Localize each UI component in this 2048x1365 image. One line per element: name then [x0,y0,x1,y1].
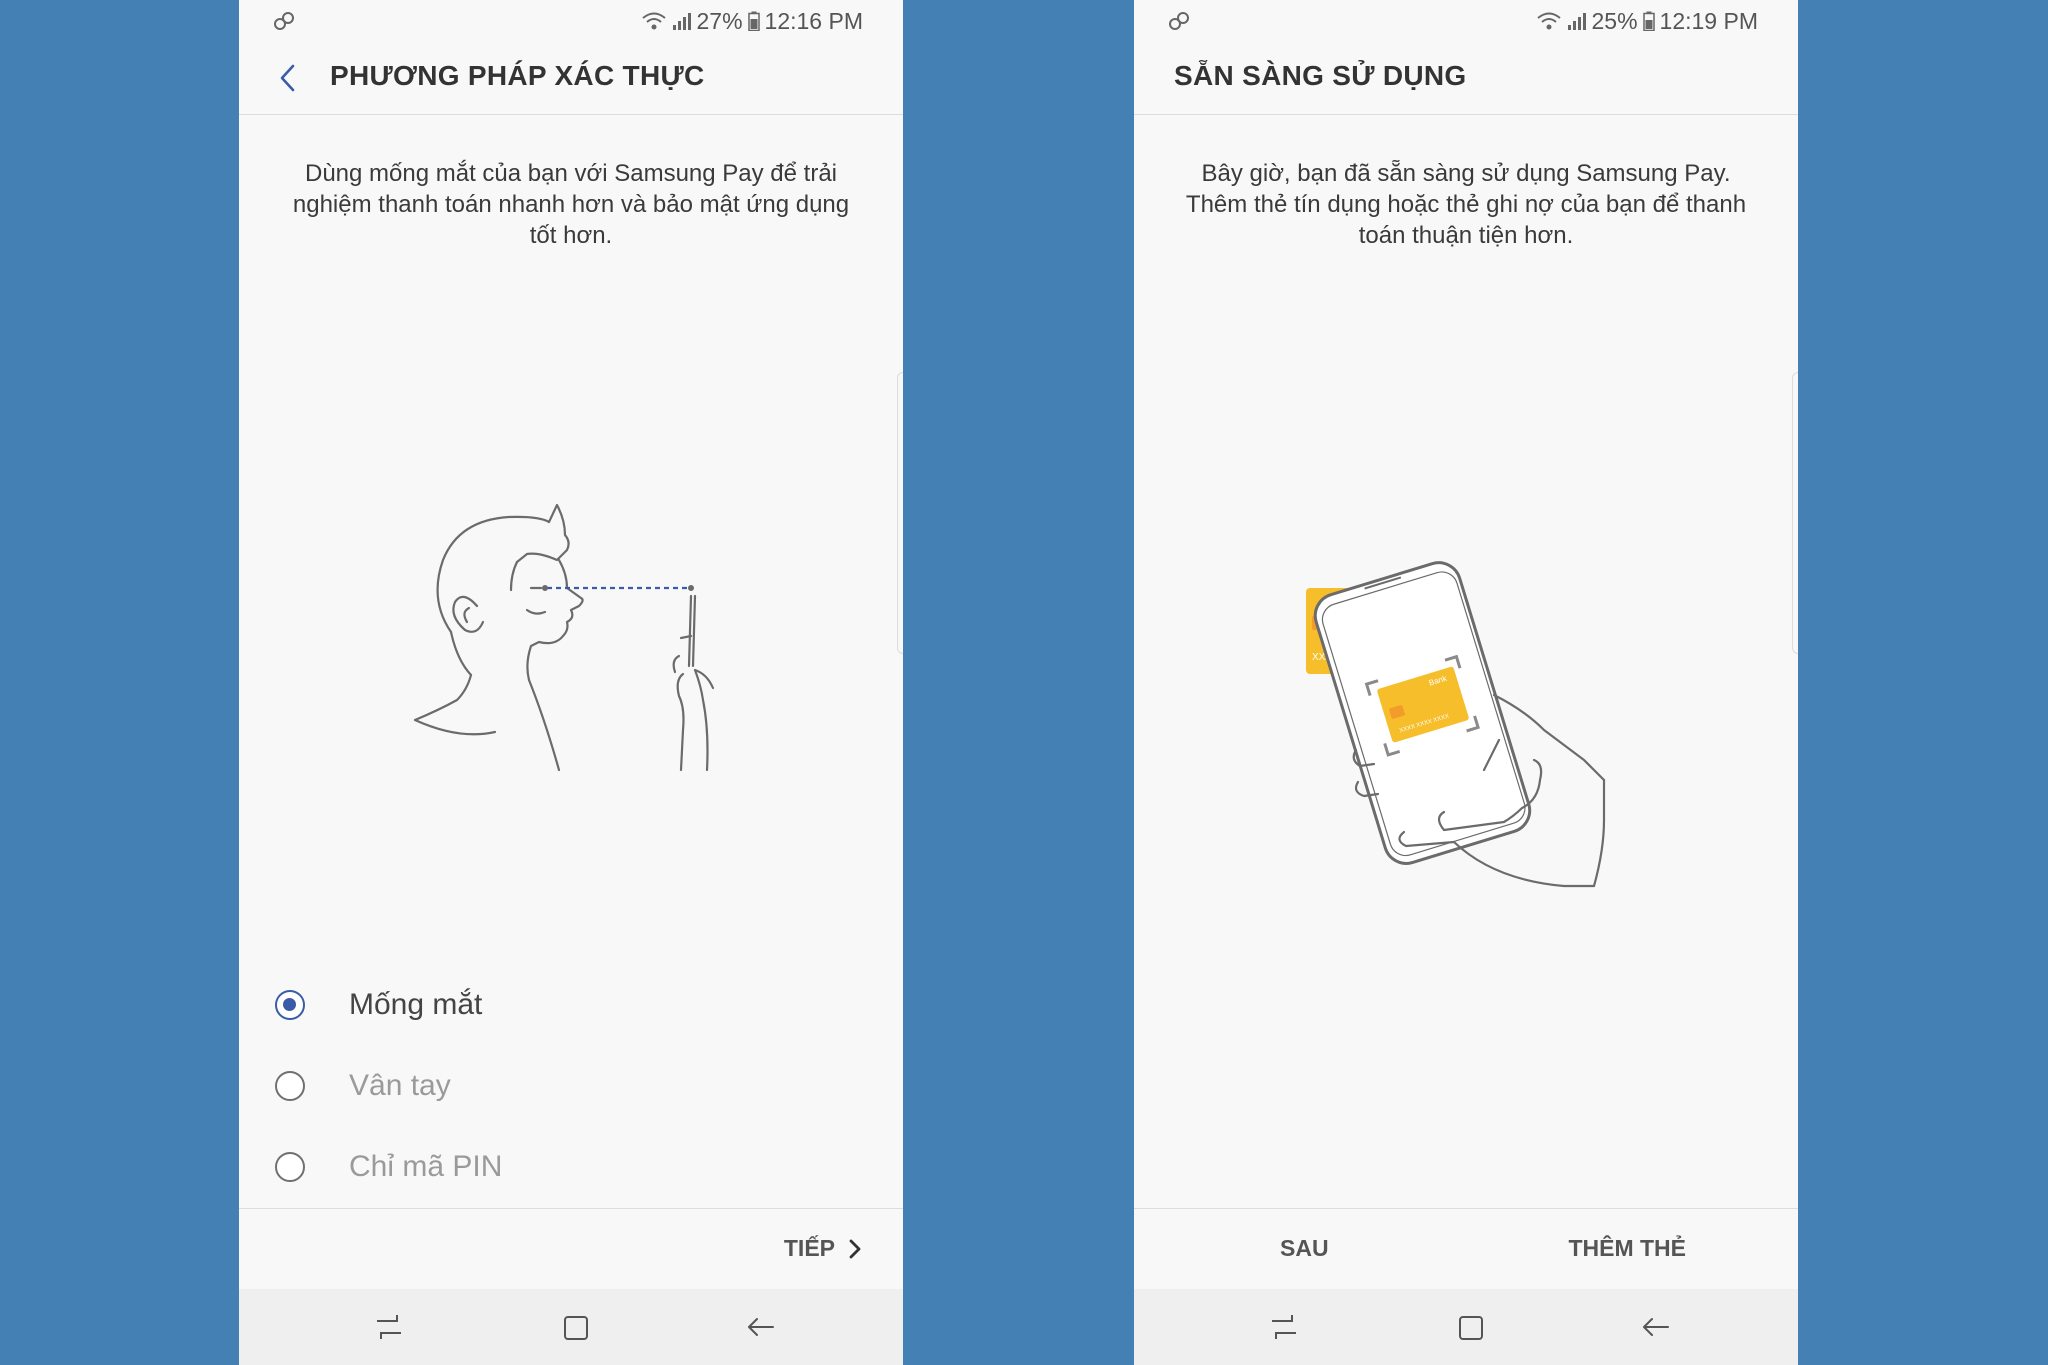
iris-scan-illustration [413,503,715,772]
option-fingerprint[interactable]: Vân tay [275,1051,875,1132]
next-button[interactable]: TIẾP [784,1235,863,1262]
later-button[interactable]: SAU [1280,1235,1329,1262]
title-bar: SẴN SÀNG SỬ DỤNG [1134,42,1798,115]
description-text: Bây giờ, bạn đã sẵn sàng sử dụng Samsung… [1185,160,1747,249]
recent-apps-icon[interactable] [371,1309,407,1345]
card-scan-illustration: XXXX Bank XXXX XXXX XXXX [1306,561,1606,888]
option-pin-only[interactable]: Chỉ mã PIN [275,1132,875,1213]
add-card-button[interactable]: THÊM THẺ [1568,1235,1686,1262]
footer-bar: TIẾP [239,1208,903,1290]
footer-bar: SAU THÊM THẺ [1134,1208,1798,1290]
description-text: Dùng mống mắt của bạn với Samsung Pay để… [292,160,850,249]
page-title: SẴN SÀNG SỬ DỤNG [1174,60,1467,91]
edge-panel-handle[interactable] [1792,372,1798,654]
option-iris[interactable]: Mống mắt [275,970,875,1051]
battery-percentage: 25% [1591,7,1638,34]
status-bar: 25% 12:19 PM [1134,0,1798,42]
option-label: Chỉ mã PIN [349,1150,503,1183]
status-indicators: 25% 12:19 PM [1536,7,1758,35]
edge-panel-handle[interactable] [897,372,903,654]
title-bar: PHƯƠNG PHÁP XÁC THỰC [239,42,903,115]
wifi-icon [1536,12,1561,30]
back-icon[interactable] [1638,1309,1674,1345]
battery-icon [1642,11,1655,31]
home-icon[interactable] [1452,1309,1488,1345]
clock: 12:19 PM [1659,7,1758,34]
status-bar: 27% 12:16 PM [239,0,903,42]
battery-percentage: 27% [696,7,743,34]
home-icon[interactable] [557,1309,593,1345]
wifi-icon [641,12,666,30]
status-indicators: 27% 12:16 PM [641,7,863,35]
later-label: SAU [1280,1235,1329,1261]
authentication-options: Mống mắt Vân tay Chỉ mã PIN [275,970,875,1213]
next-label: TIẾP [783,1235,835,1261]
system-navigation-bar [239,1289,903,1365]
page-title: PHƯƠNG PHÁP XÁC THỰC [330,60,705,91]
signal-icon [672,13,691,30]
link-icon [274,12,294,30]
clock: 12:16 PM [764,7,863,34]
battery-icon [747,11,760,31]
option-label: Mống mắt [349,988,483,1021]
phone-screen-ready: 25% 12:19 PM SẴN SÀNG SỬ DỤNG Bây giờ, b… [1134,0,1798,1365]
back-icon[interactable] [743,1309,779,1345]
add-card-label: THÊM THẺ [1568,1235,1686,1261]
phone-screen-authentication: 27% 12:16 PM PHƯƠNG PHÁP XÁC THỰC Dùng m… [239,0,903,1365]
signal-icon [1567,13,1586,30]
radio-unselected[interactable] [275,1071,305,1101]
radio-unselected[interactable] [275,1152,305,1182]
recent-apps-icon[interactable] [1266,1309,1302,1345]
option-label: Vân tay [349,1069,451,1102]
radio-selected[interactable] [275,990,305,1020]
chevron-right-icon [849,1239,861,1258]
system-navigation-bar [1134,1289,1798,1365]
back-arrow-icon[interactable] [271,60,307,96]
link-icon [1169,12,1189,30]
